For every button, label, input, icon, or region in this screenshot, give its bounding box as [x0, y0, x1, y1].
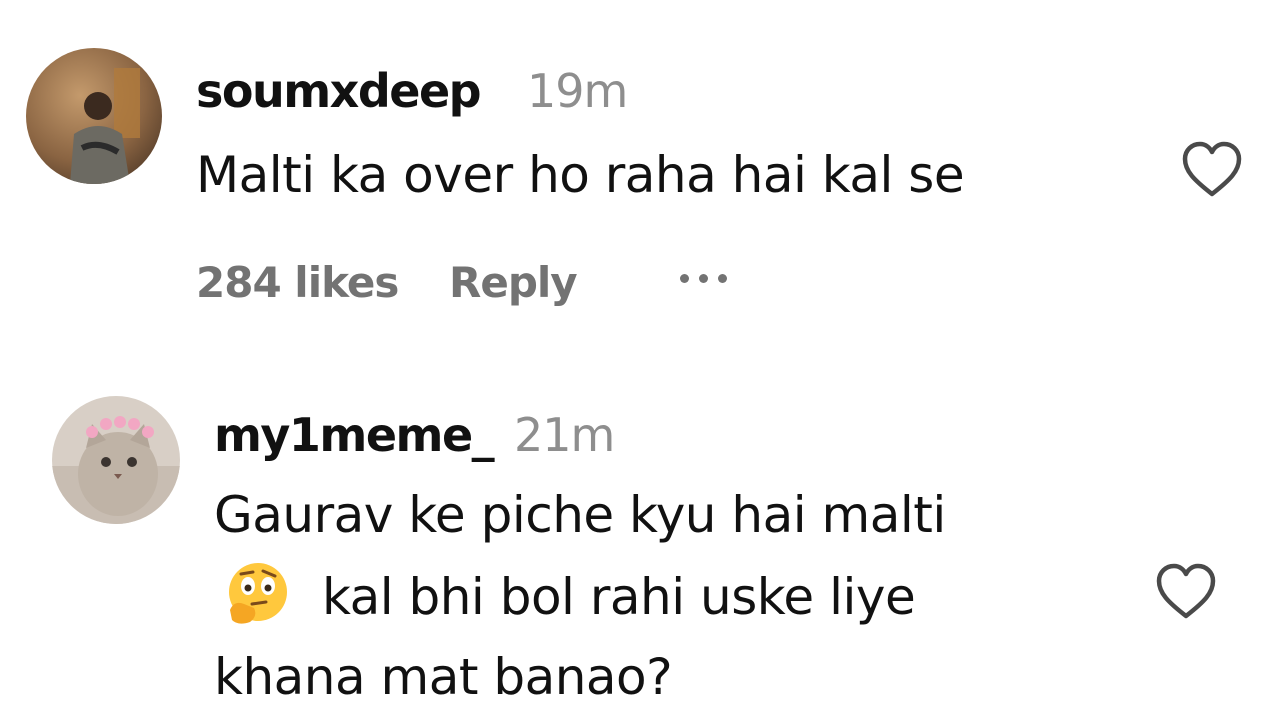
comment-timestamp: 19m	[527, 64, 628, 118]
thinking-face-emoji-icon	[224, 560, 292, 632]
comment-text-line-3: khana mat banao?	[214, 648, 673, 706]
comment-username[interactable]: soumxdeep	[196, 68, 482, 114]
more-options-icon[interactable]	[680, 274, 727, 283]
likes-count[interactable]: 284 likes	[196, 262, 399, 304]
comment-text-line-2: kal bhi bol rahi uske liye	[322, 568, 916, 626]
reply-button[interactable]: Reply	[449, 262, 578, 304]
avatar[interactable]	[26, 48, 162, 184]
avatar[interactable]	[52, 396, 180, 524]
comment-username[interactable]: my1meme_	[214, 412, 495, 458]
comment-text: Malti ka over ho raha hai kal se	[196, 146, 965, 204]
like-heart-icon[interactable]	[1180, 140, 1244, 204]
comment-timestamp: 21m	[514, 408, 615, 462]
like-heart-icon[interactable]	[1154, 562, 1218, 626]
comments-panel: soumxdeep 19m Malti ka over ho raha hai …	[0, 0, 1280, 720]
comment-text-line-1: Gaurav ke piche kyu hai malti	[214, 486, 946, 544]
